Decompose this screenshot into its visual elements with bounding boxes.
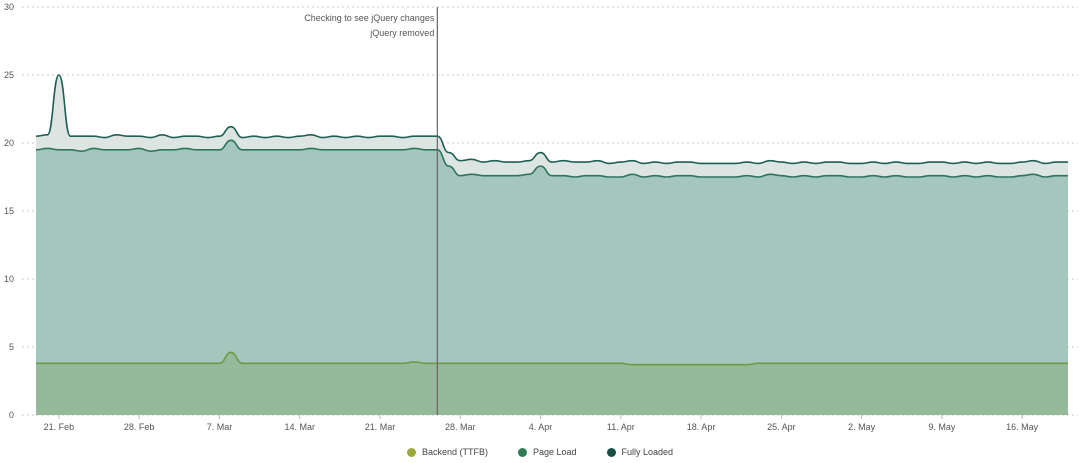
legend-item-page-load[interactable]: Page Load [517,447,577,457]
x-tick-label: 21. Feb [44,422,75,432]
series-areas [35,74,1068,415]
legend-item-fully-loaded[interactable]: Fully Loaded [606,447,674,457]
legend-item-backend[interactable]: Backend (TTFB) [406,447,488,457]
y-tick-label: 0 [9,410,14,420]
x-tick-label: 4. Apr [529,422,553,432]
x-tick-label: 16. May [1006,422,1039,432]
y-tick-label: 20 [4,138,14,148]
x-tick-label: 18. Apr [687,422,716,432]
x-tick-label: 28. Feb [124,422,155,432]
annotation-label: jQuery removed [369,28,434,38]
y-tick-label: 5 [9,342,14,352]
x-tick-label: 14. Mar [284,422,315,432]
x-tick-label: 25. Apr [767,422,796,432]
legend-label-backend: Backend (TTFB) [421,447,488,457]
legend-marker-backend [406,447,416,457]
y-tick-label: 25 [4,70,14,80]
annotation-label: Checking to see jQuery changes [304,13,435,23]
y-tick-label: 15 [4,206,14,216]
x-tick-label: 11. Apr [607,422,635,432]
y-tick-label: 30 [4,2,14,12]
legend-marker-page-load [517,447,527,457]
y-tick-label: 10 [4,274,14,284]
legend-label-page-load: Page Load [532,447,577,457]
legend: Backend (TTFB) Page Load Fully Loaded [0,443,1080,461]
area-chart: Checking to see jQuery changes jQuery rem… [4,2,1078,432]
x-tick-label: 9. May [928,422,956,432]
legend-marker-fully-loaded [606,447,616,457]
x-tick-label: 21. Mar [365,422,396,432]
x-tick-label: 28. Mar [445,422,476,432]
x-tick-label: 2. May [848,422,876,432]
x-tick-label: 7. Mar [207,422,233,432]
legend-label-fully-loaded: Fully Loaded [621,447,674,457]
